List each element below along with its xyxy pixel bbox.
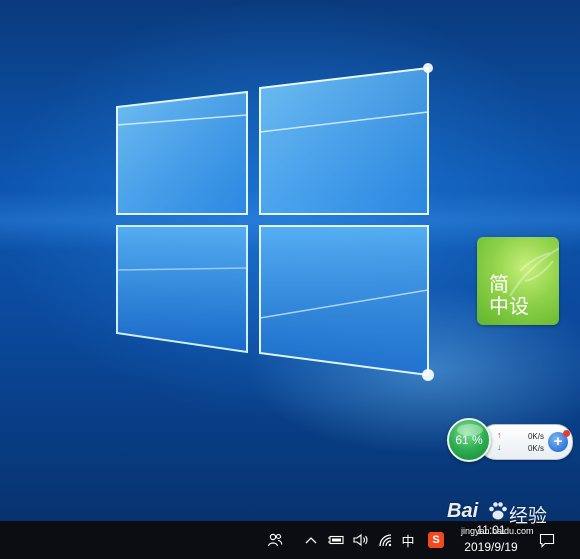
arrow-down-icon: ↓ [497,442,502,452]
clock-time: 11:01 [476,523,506,537]
taskbar-clock[interactable]: 11:01 2019/9/19 [452,521,530,559]
widget-label-line1: 简 [489,272,509,296]
chevron-up-icon[interactable] [302,521,320,559]
network-monitor[interactable]: ↑ 0K/s ↓ 0K/s + 61 % [447,418,573,462]
widget-label-line2: 中设 [489,294,529,318]
memory-usage-ball[interactable]: 61 % [447,418,491,462]
wifi-icon[interactable] [375,521,397,559]
people-icon[interactable] [264,521,286,559]
download-speed: 0K/s [527,444,544,453]
upload-speed: 0K/s [527,432,544,441]
plus-icon: + [553,433,563,450]
arrow-up-icon: ↑ [497,430,502,440]
sogou-logo: S [428,532,444,548]
network-speed-panel[interactable]: ↑ 0K/s ↓ 0K/s + [479,424,573,460]
ime-indicator[interactable]: 中 [398,521,418,559]
clock-date: 2019/9/19 [464,540,518,554]
battery-icon[interactable] [325,521,347,559]
desktop-gadget-widget[interactable]: 简 中设 [477,237,559,325]
notification-icon[interactable] [536,521,558,559]
sogou-input-icon[interactable]: S [426,521,446,559]
volume-icon[interactable] [350,521,372,559]
accelerate-button[interactable]: + [548,430,570,452]
usage-percent: 61 % [455,433,483,447]
notification-dot [563,430,570,437]
